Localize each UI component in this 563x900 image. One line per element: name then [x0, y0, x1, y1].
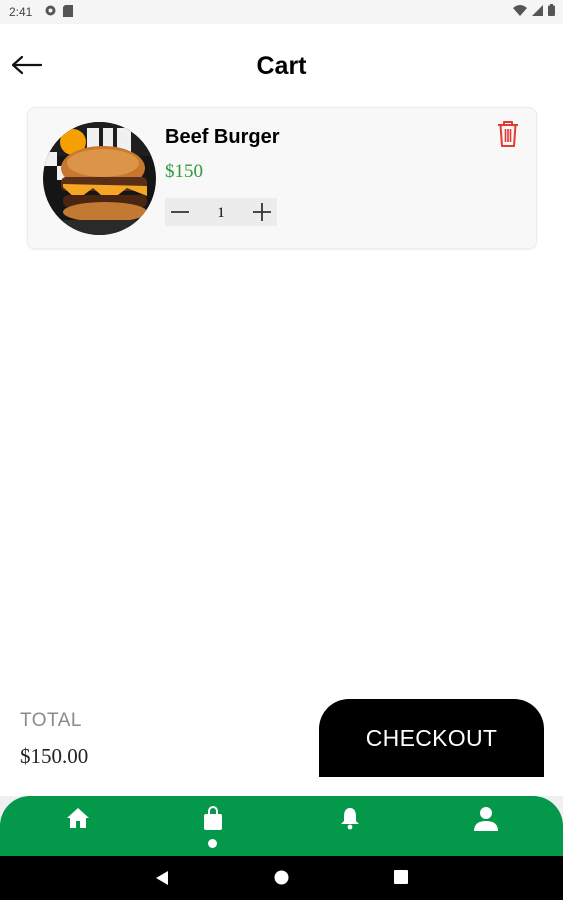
bell-icon — [341, 808, 359, 830]
wifi-icon — [513, 4, 527, 16]
delete-item-button[interactable] — [496, 120, 520, 148]
bottom-navigation — [0, 796, 563, 856]
system-recents-icon[interactable] — [394, 870, 408, 884]
status-bar: 2:41 — [0, 0, 563, 24]
quantity-value: 1 — [217, 205, 225, 221]
status-system-icons — [513, 4, 555, 16]
product-name: Beef Burger — [165, 126, 280, 148]
nav-notifications[interactable] — [335, 806, 365, 834]
system-back-icon[interactable] — [155, 870, 169, 886]
shopping-bag-icon — [204, 806, 222, 830]
plus-icon — [253, 203, 271, 221]
total-value: $150.00 — [20, 744, 89, 768]
sd-card-icon — [63, 5, 73, 17]
battery-icon — [548, 4, 555, 16]
system-home-icon[interactable] — [274, 870, 289, 885]
nav-profile[interactable] — [471, 806, 501, 834]
decrease-quantity-button[interactable] — [165, 198, 195, 226]
product-image — [43, 122, 156, 235]
cellular-signal-icon — [532, 4, 543, 16]
home-icon — [67, 808, 89, 828]
trash-icon — [498, 121, 518, 147]
checkout-button[interactable]: CHECKOUT — [319, 699, 544, 777]
page-title: Cart — [256, 52, 307, 80]
status-time: 2:41 — [9, 5, 33, 19]
increase-quantity-button[interactable] — [247, 198, 277, 226]
active-nav-indicator — [208, 839, 217, 848]
minus-icon — [171, 211, 189, 213]
quantity-stepper: 1 — [165, 198, 277, 226]
nav-cart[interactable] — [198, 806, 228, 834]
notification-app-icon — [45, 5, 56, 16]
status-notification-icons — [45, 5, 73, 17]
profile-icon — [474, 807, 498, 831]
nav-home[interactable] — [63, 806, 93, 834]
cart-item-card: Beef Burger $150 1 — [27, 107, 537, 249]
product-price: $150 — [165, 161, 203, 182]
system-navigation-bar — [0, 856, 563, 900]
total-label: TOTAL — [20, 710, 82, 731]
